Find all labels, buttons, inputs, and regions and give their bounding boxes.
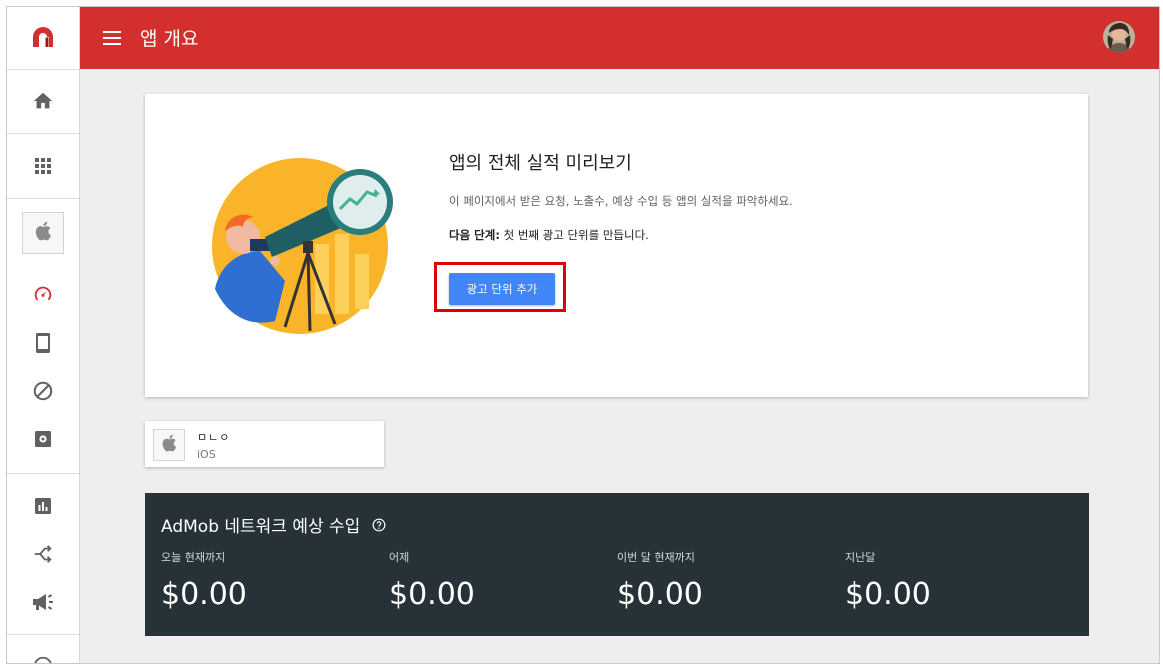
reports-icon[interactable]	[27, 490, 59, 522]
mobile-icon[interactable]	[27, 327, 59, 359]
apple-icon	[34, 221, 52, 245]
left-nav-rail	[7, 7, 80, 663]
earnings-value: $0.00	[845, 577, 931, 612]
menu-icon[interactable]	[102, 28, 122, 48]
earnings-today: 오늘 현재까지 $0.00	[161, 549, 247, 612]
app-selector-tile[interactable]	[22, 212, 64, 254]
earnings-label: 이번 달 현재까지	[617, 551, 695, 564]
next-step-text: 다음 단계: 첫 번째 광고 단위를 만듭니다.	[449, 227, 649, 243]
earnings-value: $0.00	[617, 577, 703, 612]
telescope-illustration	[205, 149, 395, 349]
campaigns-icon[interactable]	[27, 586, 59, 618]
app-info-chip[interactable]: ㅁㄴㅇ iOS	[145, 421, 384, 467]
app-name: ㅁㄴㅇ	[197, 431, 231, 444]
earnings-value: $0.00	[161, 577, 247, 612]
home-icon[interactable]	[27, 85, 59, 117]
earnings-value: $0.00	[389, 577, 475, 612]
block-icon[interactable]	[27, 375, 59, 407]
apple-icon	[161, 434, 177, 456]
earnings-last-month: 지난달 $0.00	[845, 549, 931, 612]
user-avatar[interactable]	[1103, 21, 1135, 53]
overview-intro-card: 앱의 전체 실적 미리보기 이 페이지에서 받은 요청, 노출수, 예상 수입 …	[145, 94, 1088, 397]
dashboard-gauge-icon[interactable]	[27, 278, 59, 310]
app-window: 앱 개요 앱의 전체 실적 미리보기 이 페이지에서 받은 요청, 노출수, 예…	[6, 6, 1160, 664]
app-logo	[153, 429, 185, 461]
earnings-title: AdMob 네트워크 예상 수입	[161, 517, 361, 537]
next-step-detail: 첫 번째 광고 단위를 만듭니다.	[499, 228, 649, 242]
mediation-icon[interactable]	[27, 538, 59, 570]
help-circle-icon[interactable]	[372, 517, 386, 537]
top-app-bar: 앱 개요	[80, 7, 1159, 69]
intro-description: 이 페이지에서 받은 요청, 노출수, 예상 수입 등 앱의 실적을 파악하세요…	[449, 194, 793, 208]
next-step-label: 다음 단계:	[449, 228, 500, 242]
earnings-yesterday: 어제 $0.00	[389, 549, 475, 612]
page-title: 앱 개요	[140, 28, 199, 50]
add-ad-unit-button[interactable]: 광고 단위 추가	[449, 273, 555, 305]
admob-logo-icon[interactable]	[27, 21, 59, 53]
earnings-label: 오늘 현재까지	[161, 551, 226, 564]
help-icon[interactable]	[27, 650, 59, 663]
settings-box-icon[interactable]	[27, 423, 59, 455]
earnings-label: 지난달	[845, 551, 876, 564]
estimated-earnings-panel: AdMob 네트워크 예상 수입 오늘 현재까지 $0.00 어제 $0.00 …	[145, 493, 1089, 636]
earnings-this-month: 이번 달 현재까지 $0.00	[617, 549, 703, 612]
earnings-title-row: AdMob 네트워크 예상 수입	[161, 512, 386, 537]
earnings-label: 어제	[389, 551, 410, 564]
app-platform: iOS	[197, 448, 216, 461]
apps-grid-icon[interactable]	[27, 150, 59, 182]
intro-heading: 앱의 전체 실적 미리보기	[449, 153, 632, 174]
